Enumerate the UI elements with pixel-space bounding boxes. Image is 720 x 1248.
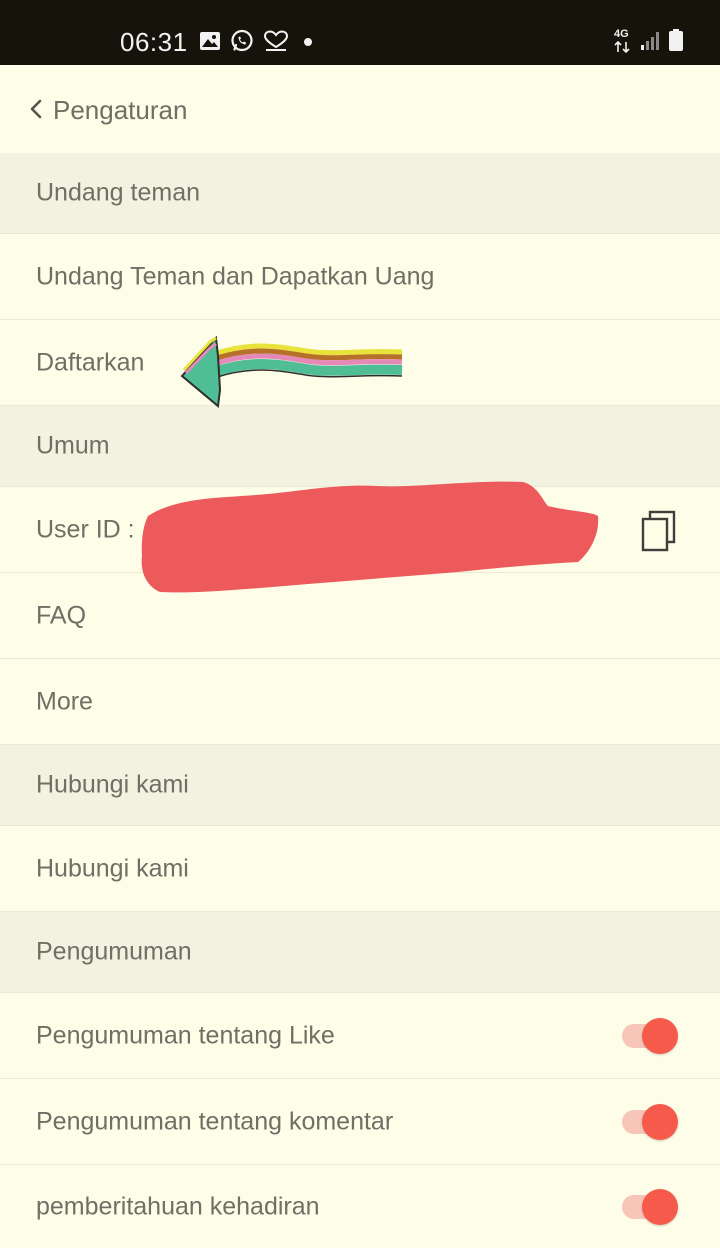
notify-comment-toggle[interactable]	[620, 1102, 682, 1142]
whatsapp-icon	[231, 29, 253, 52]
notify-like-toggle[interactable]	[620, 1016, 682, 1056]
settings-item-label: More	[36, 687, 93, 715]
settings-item-label: Pengumuman tentang Like	[36, 1021, 335, 1049]
page-title: Pengaturan	[53, 95, 188, 125]
toggle-knob	[642, 1017, 678, 1054]
settings-item-label: Daftarkan	[36, 348, 145, 376]
heart-chat-icon	[263, 30, 289, 51]
settings-item-label: Pengumuman tentang komentar	[36, 1107, 394, 1135]
settings-item-more[interactable]: More	[0, 659, 720, 745]
settings-item-contact-us[interactable]: Hubungi kami	[0, 826, 720, 912]
section-header-label: Pengumuman	[36, 937, 192, 966]
rainbow-arrow-icon	[180, 335, 403, 408]
settings-item-label: Hubungi kami	[36, 854, 189, 882]
toggle-knob	[642, 1103, 678, 1140]
signal-icon	[641, 32, 659, 50]
notification-dot-icon	[304, 38, 312, 46]
status-bar: 06:31 4G	[0, 0, 720, 65]
gallery-icon	[200, 32, 220, 50]
settings-item-label: Undang Teman dan Dapatkan Uang	[36, 262, 435, 290]
chevron-left-icon[interactable]	[26, 98, 46, 120]
status-time: 06:31	[120, 27, 188, 57]
notify-attendance-toggle[interactable]	[620, 1187, 682, 1227]
settings-item-label: FAQ	[36, 601, 87, 629]
settings-item-notify-like[interactable]: Pengumuman tentang Like	[0, 993, 720, 1079]
redaction-scribble	[141, 481, 599, 593]
data-arrows-icon	[614, 41, 630, 53]
section-header-invite: Undang teman	[0, 153, 720, 234]
section-header-announcements: Pengumuman	[0, 912, 720, 993]
app-header: Pengaturan	[0, 65, 720, 153]
settings-item-invite-earn[interactable]: Undang Teman dan Dapatkan Uang	[0, 234, 720, 320]
battery-icon	[669, 29, 683, 51]
settings-item-notify-comment[interactable]: Pengumuman tentang komentar	[0, 1079, 720, 1165]
section-header-contact: Hubungi kami	[0, 745, 720, 826]
toggle-knob	[642, 1188, 678, 1225]
settings-item-label: pemberitahuan kehadiran	[36, 1192, 320, 1220]
section-header-label: Undang teman	[36, 178, 201, 207]
section-header-label: Hubungi kami	[36, 770, 189, 799]
user-id-label: User ID :	[36, 515, 135, 543]
section-header-label: Umum	[36, 431, 110, 460]
section-header-general: Umum	[0, 406, 720, 487]
network-type: 4G	[614, 28, 629, 40]
copy-icon[interactable]	[640, 510, 678, 552]
settings-item-notify-attendance[interactable]: pemberitahuan kehadiran	[0, 1165, 720, 1248]
